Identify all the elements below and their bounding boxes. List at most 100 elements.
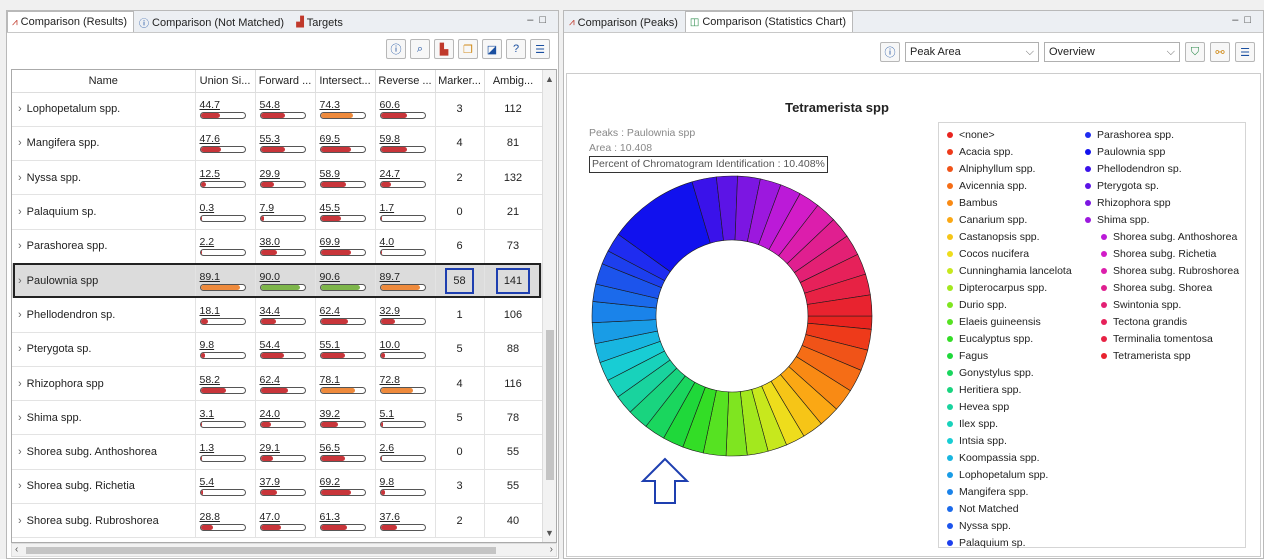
legend-item[interactable]: Mangifera spp. (947, 486, 1028, 498)
scroll-down-icon[interactable]: ▼ (545, 528, 554, 538)
legend-item[interactable]: Hevea spp (947, 401, 1009, 413)
copy-button[interactable]: ❐ (458, 39, 478, 59)
table-row[interactable]: › Palaquium sp. 0.3 7.9 45.5 1.7 0 21 (12, 194, 543, 230)
expand-chevron-icon[interactable]: › (18, 206, 22, 218)
table-row[interactable]: › Parashorea spp. 2.2 38.0 69.9 4.0 6 73 (12, 229, 543, 264)
table-row[interactable]: › Phellodendron sp. 18.1 34.4 62.4 32.9 1 106 (12, 297, 543, 333)
expand-chevron-icon[interactable]: › (18, 309, 22, 321)
tab-targets[interactable]: ▟ Targets (291, 12, 350, 32)
help-button[interactable]: ? (506, 39, 526, 59)
export-button[interactable]: ◪ (482, 39, 502, 59)
expand-chevron-icon[interactable]: › (18, 103, 22, 115)
info-button[interactable]: ⓘ (386, 39, 406, 59)
expand-chevron-icon[interactable]: › (18, 275, 22, 287)
chart-button[interactable]: ▙ (434, 39, 454, 59)
legend-item[interactable]: <none> (947, 129, 995, 141)
legend-item[interactable]: Tetramerista spp (1101, 350, 1191, 362)
tab-comparison-not-matched[interactable]: ⓘ Comparison (Not Matched) (134, 12, 291, 32)
scroll-left-icon[interactable]: ‹ (15, 544, 18, 555)
table-row[interactable]: › Pterygota sp. 9.8 54.4 55.1 10.0 5 88 (12, 332, 543, 367)
expand-chevron-icon[interactable]: › (18, 412, 22, 424)
metric-select[interactable]: Peak Area ⌵ (905, 42, 1039, 62)
donut-chart[interactable] (587, 166, 917, 546)
table-row[interactable]: › Mangifera spp. 47.6 55.3 69.5 59.8 4 81 (12, 126, 543, 162)
table-row[interactable]: › Lophopetalum spp. 44.7 54.8 74.3 60.6 3 112 (12, 92, 543, 127)
column-header-name[interactable]: Name (12, 70, 196, 93)
horizontal-scroll-thumb[interactable] (26, 547, 496, 554)
legend-item[interactable]: Terminalia tomentosa (1101, 333, 1213, 345)
legend-item[interactable]: Bambus (947, 197, 998, 209)
column-header-intersect[interactable]: Intersect... (315, 70, 376, 93)
legend-item[interactable]: Cocos nucifera (947, 248, 1029, 260)
tab-comparison-results[interactable]: ⩘ Comparison (Results) (7, 11, 135, 32)
legend-item[interactable]: Dipterocarpus spp. (947, 282, 1047, 294)
legend-item[interactable]: Pterygota sp. (1085, 180, 1159, 192)
table-row[interactable]: › Nyssa spp. 12.5 29.9 58.9 24.7 2 132 (12, 160, 543, 196)
table-row[interactable]: › Paulownia spp 89.1 90.0 90.6 89.7 58 141 (12, 263, 543, 299)
vertical-scroll-thumb[interactable] (546, 330, 554, 480)
legend-item[interactable]: Paulownia spp (1085, 146, 1165, 158)
table-row[interactable]: › Shima spp. 3.1 24.0 39.2 5.1 5 78 (12, 400, 543, 436)
column-header-reverse[interactable]: Reverse ... (375, 70, 436, 93)
legend-item[interactable]: Shorea subg. Rubroshorea (1101, 265, 1239, 277)
legend-item[interactable]: Rhizophora spp (1085, 197, 1171, 209)
legend-item[interactable]: Koompassia spp. (947, 452, 1040, 464)
table-row[interactable]: › Shorea subg. Anthoshorea 1.3 29.1 56.5 2.6 0… (12, 434, 543, 470)
column-header-marker[interactable]: Marker... (435, 70, 485, 93)
vertical-scrollbar[interactable]: ▲ ▼ (542, 70, 556, 542)
legend-item[interactable]: Gonystylus spp. (947, 367, 1034, 379)
tab-comparison-statistics-chart[interactable]: ◫ Comparison (Statistics Chart) (684, 11, 854, 32)
legend-item[interactable]: Shima spp. (1085, 214, 1150, 226)
search-button[interactable]: ⌕ (410, 39, 430, 59)
legend-item[interactable]: Intsia spp. (947, 435, 1007, 447)
legend-item[interactable]: Fagus (947, 350, 988, 362)
scroll-up-icon[interactable]: ▲ (545, 74, 554, 84)
legend-item[interactable]: Shorea subg. Anthoshorea (1101, 231, 1237, 243)
legend-item[interactable]: Heritiera spp. (947, 384, 1021, 396)
expand-chevron-icon[interactable]: › (18, 343, 22, 355)
legend-item[interactable]: Palaquium sp. (947, 537, 1026, 549)
legend-item[interactable]: Durio spp. (947, 299, 1007, 311)
scroll-right-icon[interactable]: › (550, 544, 553, 555)
table-row[interactable]: › Shorea subg. Richetia 5.4 37.9 69.2 9.8 3 55 (12, 469, 543, 505)
maximize-icon[interactable]: □ (1244, 14, 1257, 26)
legend-item[interactable]: Shorea subg. Shorea (1101, 282, 1212, 294)
legend-item[interactable]: Ilex spp. (947, 418, 998, 430)
minimize-icon[interactable]: ‒ (1232, 14, 1244, 26)
chart-info-button[interactable]: ⓘ (880, 42, 900, 62)
filter-button[interactable]: ⛉ (1185, 42, 1205, 62)
expand-chevron-icon[interactable]: › (18, 446, 22, 458)
maximize-icon[interactable]: □ (539, 14, 552, 26)
legend-item[interactable]: Nyssa spp. (947, 520, 1011, 532)
settings-button[interactable]: ☰ (530, 39, 550, 59)
expand-chevron-icon[interactable]: › (18, 378, 22, 390)
column-header-ambig[interactable]: Ambig... (484, 70, 543, 93)
legend-item[interactable]: Canarium spp. (947, 214, 1027, 226)
chart-settings-button[interactable]: ☰ (1235, 42, 1255, 62)
legend-item[interactable]: Not Matched (947, 503, 1019, 515)
legend-item[interactable]: Cunninghamia lancelota (947, 265, 1072, 277)
legend-item[interactable]: Elaeis guineensis (947, 316, 1041, 328)
legend-item[interactable]: Castanopsis spp. (947, 231, 1040, 243)
expand-chevron-icon[interactable]: › (18, 240, 22, 252)
legend-item[interactable]: Acacia spp. (947, 146, 1013, 158)
expand-chevron-icon[interactable]: › (18, 480, 22, 492)
legend-item[interactable]: Lophopetalum spp. (947, 469, 1048, 481)
legend-item[interactable]: Avicennia spp. (947, 180, 1027, 192)
horizontal-scrollbar[interactable]: ‹ › (11, 543, 557, 557)
table-row[interactable]: › Rhizophora spp 58.2 62.4 78.1 72.8 4 116 (12, 366, 543, 402)
expand-chevron-icon[interactable]: › (18, 137, 22, 149)
view-select[interactable]: Overview ⌵ (1044, 42, 1180, 62)
legend-item[interactable]: Eucalyptus spp. (947, 333, 1033, 345)
legend-item[interactable]: Tectona grandis (1101, 316, 1187, 328)
table-row[interactable]: › Shorea subg. Rubroshorea 28.8 47.0 61.3 37.… (12, 503, 543, 539)
legend-item[interactable]: Parashorea spp. (1085, 129, 1174, 141)
legend-item[interactable]: Shorea subg. Richetia (1101, 248, 1216, 260)
tab-comparison-peaks[interactable]: ⩘ Comparison (Peaks) (564, 12, 685, 32)
link-button[interactable]: ⚯ (1210, 42, 1230, 62)
minimize-icon[interactable]: ‒ (527, 14, 539, 26)
column-header-forward[interactable]: Forward ... (255, 70, 316, 93)
legend-item[interactable]: Phellodendron sp. (1085, 163, 1182, 175)
legend-item[interactable]: Swintonia spp. (1101, 299, 1181, 311)
legend-item[interactable]: Alniphyllum spp. (947, 163, 1035, 175)
